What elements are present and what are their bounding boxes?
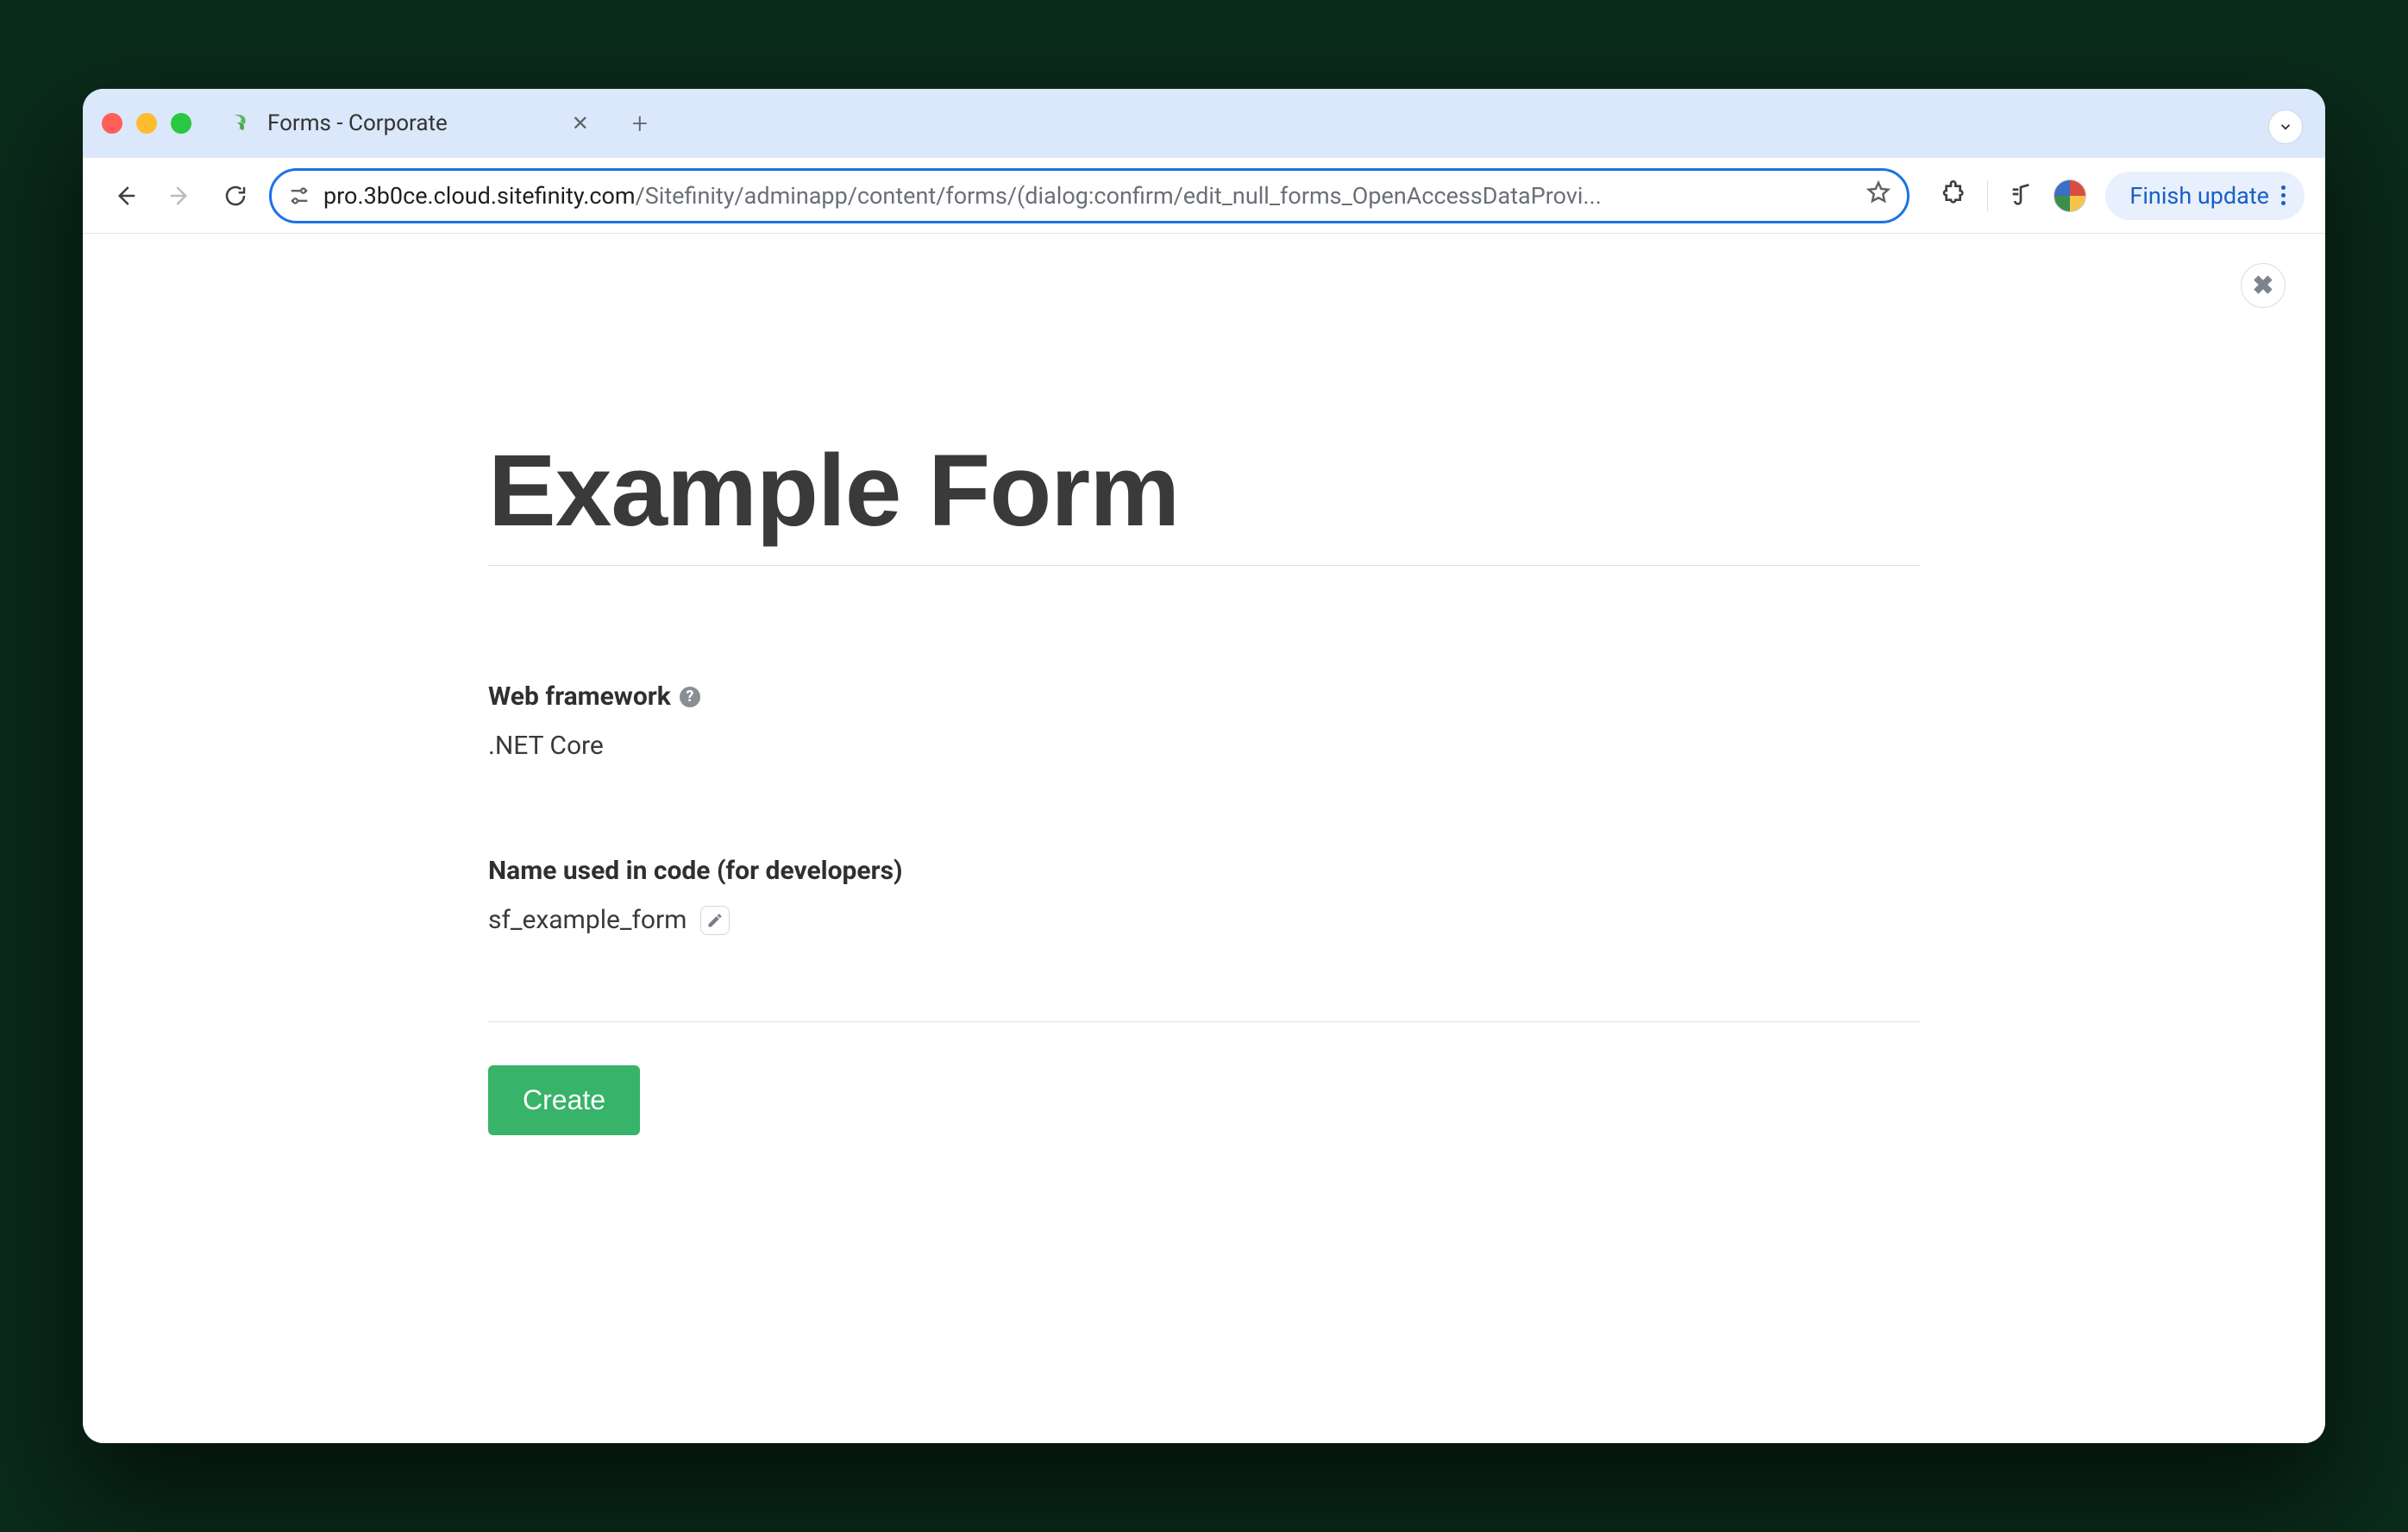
toolbar-divider <box>1987 180 1988 211</box>
reload-icon <box>223 183 248 209</box>
bookmark-button[interactable] <box>1866 179 1891 211</box>
create-form-dialog: Web framework ? .NET Core Name used in c… <box>471 432 1937 1135</box>
reload-button[interactable] <box>214 174 257 217</box>
divider <box>488 1021 1920 1022</box>
tab-close-button[interactable]: ✕ <box>572 111 589 135</box>
tab-title: Forms - Corporate <box>267 110 448 136</box>
help-icon[interactable]: ? <box>680 687 700 707</box>
forward-button[interactable] <box>159 174 202 217</box>
code-name-label: Name used in code (for developers) <box>488 856 1920 886</box>
pencil-icon <box>706 912 724 929</box>
window-minimize-button[interactable] <box>136 113 157 134</box>
url-text: pro.3b0ce.cloud.sitefinity.com/Sitefinit… <box>323 182 1853 210</box>
tab-list-dropdown-button[interactable] <box>2268 110 2303 144</box>
back-button[interactable] <box>103 174 147 217</box>
web-framework-label: Web framework ? <box>488 681 1920 712</box>
sitefinity-favicon-icon <box>229 110 255 136</box>
new-tab-button[interactable]: + <box>632 107 648 140</box>
dialog-close-button[interactable]: ✖ <box>2241 263 2286 308</box>
window-zoom-button[interactable] <box>171 113 191 134</box>
profile-avatar-button[interactable] <box>2054 179 2086 212</box>
url-path: /Sitefinity/adminapp/content/forms/(dial… <box>636 182 1602 210</box>
create-button[interactable]: Create <box>488 1065 640 1135</box>
edit-code-name-button[interactable] <box>700 906 730 935</box>
finish-update-button[interactable]: Finish update <box>2105 172 2305 220</box>
page-viewport: ✖ Web framework ? .NET Core Name used in… <box>83 234 2325 1443</box>
web-framework-value: .NET Core <box>488 731 1920 761</box>
star-icon <box>1866 179 1891 205</box>
music-note-icon <box>2007 180 2035 208</box>
puzzle-icon <box>1941 180 1968 208</box>
window-close-button[interactable] <box>102 113 122 134</box>
code-name-value: sf_example_form <box>488 905 687 935</box>
address-bar[interactable]: pro.3b0ce.cloud.sitefinity.com/Sitefinit… <box>269 168 1909 223</box>
browser-toolbar: pro.3b0ce.cloud.sitefinity.com/Sitefinit… <box>83 158 2325 234</box>
media-control-button[interactable] <box>2007 180 2035 211</box>
toolbar-right: Finish update <box>1941 172 2305 220</box>
chevron-down-icon <box>2278 119 2293 135</box>
arrow-left-icon <box>112 183 138 209</box>
window-controls <box>102 113 191 134</box>
more-menu-icon <box>2281 185 2286 205</box>
site-info-button[interactable] <box>287 184 311 208</box>
browser-window: Forms - Corporate ✕ + pro.3b0ce.cloud.si… <box>83 89 2325 1443</box>
extensions-button[interactable] <box>1941 180 1968 211</box>
tab-strip: Forms - Corporate ✕ + <box>83 89 2325 158</box>
url-host: pro.3b0ce.cloud.sitefinity.com <box>323 182 636 210</box>
finish-update-label: Finish update <box>2129 182 2269 210</box>
web-framework-label-text: Web framework <box>488 681 671 712</box>
arrow-right-icon <box>167 183 193 209</box>
form-title-input[interactable] <box>488 432 1920 566</box>
tune-icon <box>287 184 311 208</box>
browser-tab[interactable]: Forms - Corporate ✕ <box>217 97 606 149</box>
